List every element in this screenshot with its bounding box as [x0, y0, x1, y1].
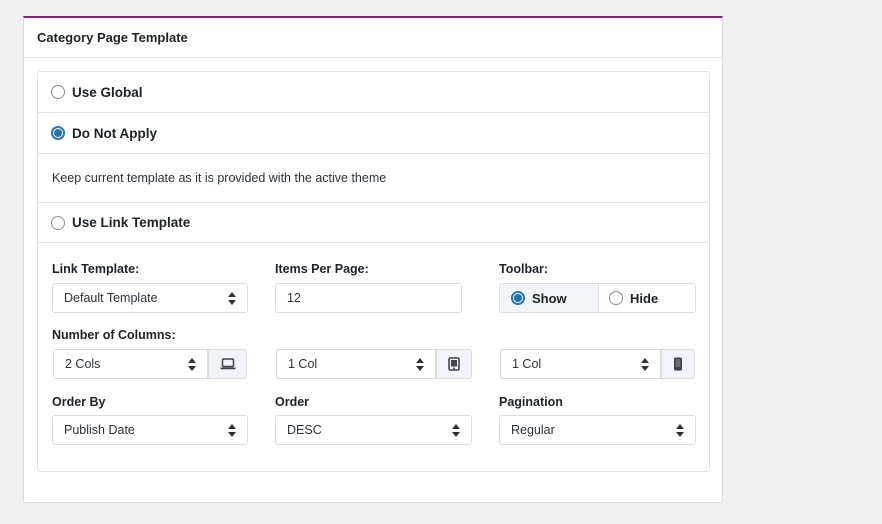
- desktop-columns-select[interactable]: 2 Cols: [53, 349, 208, 379]
- link-template-value: Default Template: [64, 291, 158, 305]
- option-label: Do Not Apply: [72, 125, 157, 141]
- toolbar-show-label: Show: [532, 290, 567, 306]
- items-per-page-label: Items Per Page:: [275, 262, 369, 276]
- option-label: Use Global: [72, 84, 143, 100]
- pagination-label: Pagination: [499, 395, 563, 409]
- radio-do-not-apply[interactable]: [51, 126, 65, 140]
- link-template-label: Link Template:: [52, 262, 140, 276]
- radio-toolbar-hide[interactable]: [609, 291, 623, 305]
- mobile-columns-value: 1 Col: [512, 357, 542, 371]
- toolbar-toggle: Show Hide: [499, 283, 696, 313]
- pagination-select[interactable]: Regular: [499, 415, 696, 445]
- mobile-columns-select[interactable]: 1 Col: [500, 349, 661, 379]
- select-arrows-icon: [676, 424, 684, 437]
- pagination-value: Regular: [511, 423, 555, 437]
- radio-toolbar-show[interactable]: [511, 291, 525, 305]
- select-arrows-icon: [452, 424, 460, 437]
- tablet-icon[interactable]: [436, 349, 472, 379]
- select-arrows-icon: [228, 424, 236, 437]
- order-by-value: Publish Date: [64, 423, 135, 437]
- select-arrows-icon: [228, 292, 236, 305]
- toolbar-label: Toolbar:: [499, 262, 549, 276]
- desktop-columns-value: 2 Cols: [65, 357, 101, 371]
- select-arrows-icon: [188, 358, 196, 371]
- tablet-columns-select[interactable]: 1 Col: [276, 349, 436, 379]
- order-value: DESC: [287, 423, 322, 437]
- order-by-select[interactable]: Publish Date: [52, 415, 248, 445]
- option-use-global[interactable]: Use Global: [38, 72, 709, 113]
- radio-use-link-template[interactable]: [51, 215, 65, 230]
- template-options-box: Use Global Do Not Apply Keep current tem…: [37, 71, 710, 472]
- toolbar-hide-label: Hide: [630, 290, 659, 306]
- toolbar-show-option[interactable]: Show: [500, 284, 598, 312]
- option-use-link-template[interactable]: Use Link Template: [38, 203, 709, 243]
- panel-title: Category Page Template: [24, 18, 722, 58]
- tablet-columns-value: 1 Col: [288, 357, 318, 371]
- select-arrows-icon: [641, 358, 649, 371]
- mobile-icon[interactable]: [661, 349, 695, 379]
- toolbar-hide-option[interactable]: Hide: [598, 284, 695, 312]
- order-label: Order: [275, 395, 310, 409]
- items-per-page-input[interactable]: 12: [275, 283, 462, 313]
- link-template-select[interactable]: Default Template: [52, 283, 248, 313]
- option-do-not-apply[interactable]: Do Not Apply: [38, 113, 709, 154]
- order-select[interactable]: DESC: [275, 415, 472, 445]
- columns-label: Number of Columns:: [52, 328, 176, 342]
- items-per-page-value: 12: [287, 291, 301, 305]
- option-description: Keep current template as it is provided …: [38, 154, 709, 203]
- order-by-label: Order By: [52, 395, 106, 409]
- category-template-panel: Category Page Template Use Global Do Not…: [23, 16, 723, 503]
- radio-use-global[interactable]: [51, 85, 65, 99]
- select-arrows-icon: [416, 358, 424, 371]
- option-label: Use Link Template: [72, 215, 191, 230]
- laptop-icon[interactable]: [208, 349, 247, 379]
